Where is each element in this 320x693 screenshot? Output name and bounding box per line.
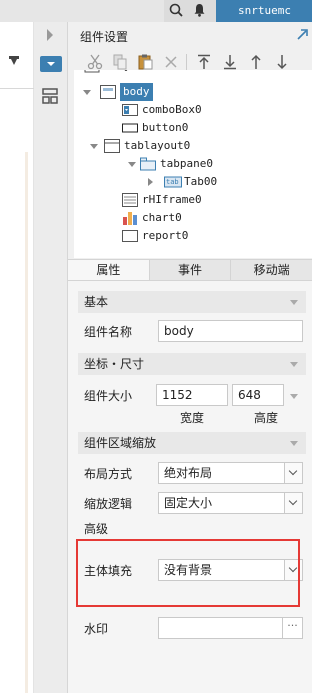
side-icon-column — [34, 22, 68, 693]
component-settings-panel: 组件设置 body comboBox0 button0 tablayout0 t… — [68, 22, 313, 693]
chevron-down-icon[interactable] — [290, 441, 298, 446]
tab-events[interactable]: 事件 — [149, 260, 232, 280]
move-top-icon[interactable] — [195, 53, 213, 71]
move-bottom-icon[interactable] — [221, 53, 239, 71]
section-scale-title: 组件区域缩放 — [84, 436, 157, 450]
move-down-icon[interactable] — [273, 53, 291, 71]
width-label: 宽度 — [180, 411, 205, 425]
component-name-input[interactable]: body — [158, 320, 303, 342]
chevron-down-icon[interactable] — [284, 493, 302, 513]
chart-icon — [123, 212, 137, 225]
highlight-box — [76, 539, 300, 607]
left-pane-strip — [25, 152, 28, 693]
chevron-down-icon[interactable] — [290, 362, 298, 367]
component-name-label: 组件名称 — [84, 325, 133, 339]
paste-icon[interactable] — [136, 53, 154, 71]
caret-down-icon[interactable] — [128, 162, 136, 167]
section-coords-title: 坐标・尺寸 — [84, 357, 145, 371]
tablayout-icon — [104, 139, 120, 153]
form-icon — [84, 70, 100, 73]
delete-icon[interactable] — [162, 53, 180, 71]
scale-logic-value: 固定大小 — [164, 496, 213, 510]
copy-icon[interactable] — [111, 53, 129, 71]
expand-icon[interactable] — [297, 29, 308, 40]
section-coords[interactable]: 坐标・尺寸 — [78, 353, 306, 375]
collapse-arrow-icon[interactable] — [47, 29, 53, 41]
component-size-label: 组件大小 — [84, 389, 133, 403]
cut-icon[interactable] — [86, 53, 104, 71]
section-advanced-title[interactable]: 高级 — [84, 520, 108, 537]
move-up-icon[interactable] — [247, 53, 265, 71]
caret-down-icon[interactable] — [90, 144, 98, 149]
username-badge[interactable]: snrtuemc — [216, 0, 312, 22]
chevron-down-icon[interactable] — [290, 394, 298, 399]
ellipsis-button[interactable]: ··· — [282, 618, 302, 638]
section-basic[interactable]: 基本 — [78, 291, 306, 313]
widget-tree: body body comboBox0 button0 tablayout0 t… — [74, 70, 312, 258]
settings-tabs: 属性 事件 移动端 — [68, 259, 313, 281]
tabpane-icon — [140, 157, 156, 171]
iframe-icon — [122, 193, 138, 207]
form-icon — [100, 85, 116, 99]
button-icon — [122, 123, 138, 133]
layout-mode-select[interactable]: 绝对布局 — [158, 462, 303, 484]
height-input[interactable]: 648 — [232, 384, 284, 406]
search-icon[interactable] — [169, 3, 183, 17]
tab-mobile[interactable]: 移动端 — [231, 260, 313, 280]
left-pane — [0, 22, 34, 693]
panel-title: 组件设置 — [80, 30, 129, 44]
tab-properties[interactable]: 属性 — [68, 260, 150, 280]
watermark-input[interactable]: ··· — [158, 617, 303, 639]
width-input[interactable]: 1152 — [156, 384, 228, 406]
tab-icon-text: tab — [166, 178, 179, 186]
top-bar: snrtuemc — [0, 0, 312, 22]
report-icon — [122, 230, 138, 242]
bell-icon[interactable] — [193, 3, 206, 17]
layout-icon[interactable] — [42, 88, 58, 104]
layout-mode-label: 布局方式 — [84, 467, 133, 481]
scale-logic-select[interactable]: 固定大小 — [158, 492, 303, 514]
toolbar-separator — [186, 54, 187, 70]
widget-dropdown-icon[interactable] — [40, 56, 62, 72]
scale-logic-label: 缩放逻辑 — [84, 497, 133, 511]
height-label: 高度 — [254, 411, 279, 425]
properties-panel: 基本 组件名称 body 坐标・尺寸 组件大小 1152 648 宽度 高度 组… — [68, 281, 312, 693]
caret-right-icon[interactable] — [148, 178, 153, 186]
section-basic-title: 基本 — [84, 295, 109, 309]
pin-icon[interactable] — [8, 55, 20, 67]
watermark-label: 水印 — [84, 622, 109, 636]
layout-mode-value: 绝对布局 — [164, 466, 213, 480]
chevron-down-icon[interactable] — [290, 300, 298, 305]
caret-down-icon[interactable] — [83, 90, 91, 95]
chevron-down-icon[interactable] — [284, 463, 302, 483]
section-scale[interactable]: 组件区域缩放 — [78, 432, 306, 454]
combobox-icon — [122, 104, 138, 116]
